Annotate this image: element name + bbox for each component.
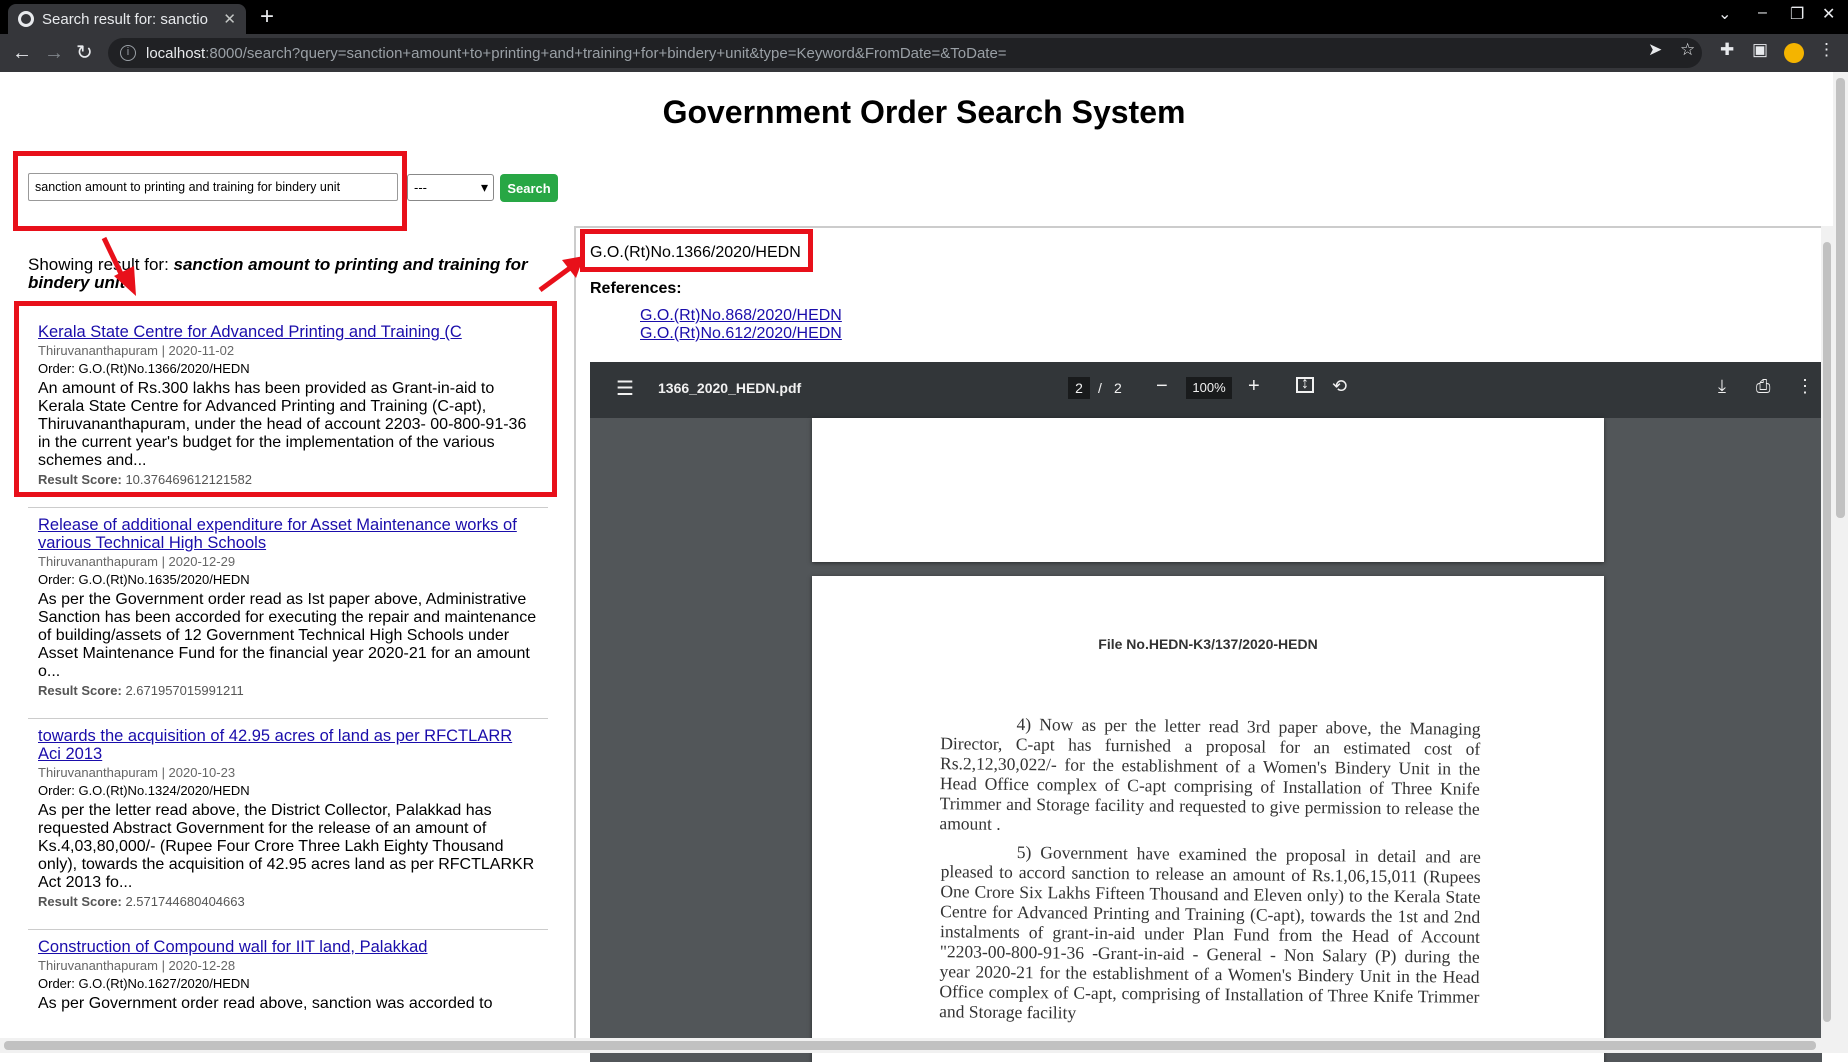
result-score: Result Score: 2.571744680404663: [38, 894, 538, 909]
download-icon[interactable]: ⤓: [1718, 376, 1726, 397]
horizontal-scrollbar[interactable]: [0, 1038, 1833, 1053]
references-label: References:: [590, 280, 682, 297]
result-score-label: Result Score:: [38, 683, 122, 698]
detail-panel: G.O.(Rt)No.1366/2020/HEDN References: G.…: [574, 226, 1834, 1062]
pdf-viewer[interactable]: ☰ 1366_2020_HEDN.pdf 2 / 2 − 100% + ↕ ⟲ …: [590, 362, 1822, 1062]
document-file-number: File No.HEDN-K3/137/2020-HEDN: [1098, 636, 1318, 652]
pdf-toolbar: ☰ 1366_2020_HEDN.pdf 2 / 2 − 100% + ↕ ⟲ …: [590, 362, 1822, 418]
new-tab-icon[interactable]: +: [260, 3, 274, 31]
menu-kebab-icon[interactable]: ⋮: [1818, 40, 1835, 60]
document-paragraph-5: 5) Government have examined the proposal…: [939, 841, 1481, 1023]
showing-result-text: Showing result for: sanction amount to p…: [28, 256, 548, 292]
search-button[interactable]: Search: [500, 174, 558, 202]
back-icon[interactable]: ←: [12, 40, 32, 66]
side-panel-icon[interactable]: ▣: [1752, 40, 1768, 60]
search-type-value: ---: [414, 180, 427, 195]
result-score-value: 2.571744680404663: [125, 894, 245, 909]
detail-scrollbar[interactable]: [1821, 226, 1833, 1038]
site-info-icon[interactable]: i: [120, 45, 136, 61]
browser-tab-strip: Search result for: sanctio ✕ + ⌄ – ❐ ✕: [0, 0, 1848, 34]
url-host: localhost: [146, 44, 206, 62]
result-item: Release of additional expenditure for As…: [28, 507, 548, 708]
window-close-icon[interactable]: ✕: [1822, 4, 1835, 24]
tab-search-icon[interactable]: ⌄: [1718, 4, 1731, 24]
result-item: towards the acquisition of 42.95 acres o…: [28, 718, 548, 919]
result-meta: Thiruvananthapuram | 2020-12-29: [38, 554, 236, 569]
reference-link[interactable]: G.O.(Rt)No.868/2020/HEDN: [640, 307, 842, 325]
pdf-page-1: [812, 418, 1604, 562]
horizontal-scrollbar-thumb[interactable]: [4, 1041, 1816, 1050]
result-meta: Thiruvananthapuram | 2020-12-28: [38, 958, 236, 973]
result-title-link[interactable]: Release of additional expenditure for As…: [38, 516, 538, 552]
pdf-page-2: File No.HEDN-K3/137/2020-HEDN 4) Now as …: [812, 576, 1604, 1062]
highlight-box-go-number: [580, 229, 813, 272]
result-description: As per the letter read above, the Distri…: [38, 802, 535, 891]
reload-icon[interactable]: ↻: [76, 40, 93, 66]
search-type-select[interactable]: ---: [407, 174, 494, 201]
extensions-icon[interactable]: ✚: [1720, 40, 1734, 60]
globe-icon: [18, 11, 34, 27]
pdf-page-separator: /: [1098, 380, 1102, 396]
forward-icon[interactable]: →: [44, 40, 64, 66]
result-order: Order: G.O.(Rt)No.1627/2020/HEDN: [38, 976, 250, 991]
zoom-out-icon[interactable]: −: [1156, 375, 1168, 398]
highlight-box-search: [13, 151, 407, 231]
address-bar[interactable]: i localhost :8000/search?query=sanction+…: [108, 38, 1702, 68]
result-description: As per the Government order read as Ist …: [38, 591, 537, 680]
restore-icon[interactable]: ❐: [1790, 4, 1804, 24]
fit-page-icon[interactable]: ↕: [1296, 376, 1314, 393]
reference-link[interactable]: G.O.(Rt)No.612/2020/HEDN: [640, 325, 842, 343]
close-tab-icon[interactable]: ✕: [223, 10, 236, 28]
pdf-menu-icon[interactable]: ☰: [616, 376, 634, 401]
result-order: Order: G.O.(Rt)No.1635/2020/HEDN: [38, 572, 250, 587]
pdf-filename: 1366_2020_HEDN.pdf: [658, 380, 802, 396]
profile-avatar[interactable]: [1784, 43, 1804, 63]
result-description: As per Government order read above, sanc…: [38, 995, 493, 1012]
pdf-total-pages: 2: [1114, 380, 1122, 396]
rotate-icon[interactable]: ⟲: [1332, 376, 1347, 397]
result-meta: Thiruvananthapuram | 2020-10-23: [38, 765, 236, 780]
browser-toolbar: ← → ↻ i localhost :8000/search?query=san…: [0, 34, 1848, 72]
result-score-value: 2.671957015991211: [125, 683, 244, 698]
result-score: Result Score: 2.671957015991211: [38, 683, 538, 698]
tab-title: Search result for: sanctio: [42, 10, 208, 28]
detail-scrollbar-thumb[interactable]: [1823, 242, 1831, 1022]
page-scrollbar-thumb[interactable]: [1836, 78, 1845, 518]
result-title-link[interactable]: Construction of Compound wall for IIT la…: [38, 938, 538, 956]
highlight-box-top-result: [14, 301, 557, 497]
result-item: Construction of Compound wall for IIT la…: [28, 929, 548, 1023]
page-title: Government Order Search System: [662, 94, 1186, 130]
result-title-link[interactable]: towards the acquisition of 42.95 acres o…: [38, 727, 538, 763]
url-path: :8000/search?query=sanction+amount+to+pr…: [205, 44, 1007, 62]
zoom-in-icon[interactable]: +: [1248, 375, 1260, 398]
pdf-more-icon[interactable]: ⋮: [1796, 376, 1814, 397]
page-scrollbar[interactable]: [1833, 72, 1848, 1053]
pdf-page-input[interactable]: 2: [1068, 377, 1090, 399]
browser-tab[interactable]: Search result for: sanctio ✕: [8, 4, 246, 34]
result-order: Order: G.O.(Rt)No.1324/2020/HEDN: [38, 783, 250, 798]
pdf-zoom-input[interactable]: 100%: [1186, 377, 1232, 399]
send-icon[interactable]: ➤: [1648, 40, 1662, 60]
showing-prefix: Showing result for:: [28, 255, 174, 274]
minimize-icon[interactable]: –: [1758, 4, 1767, 22]
result-score-label: Result Score:: [38, 894, 122, 909]
print-icon[interactable]: ⎙: [1756, 376, 1770, 397]
bookmark-star-icon[interactable]: ☆: [1680, 40, 1695, 60]
document-paragraph-4: 4) Now as per the letter read 3rd paper …: [939, 713, 1481, 834]
